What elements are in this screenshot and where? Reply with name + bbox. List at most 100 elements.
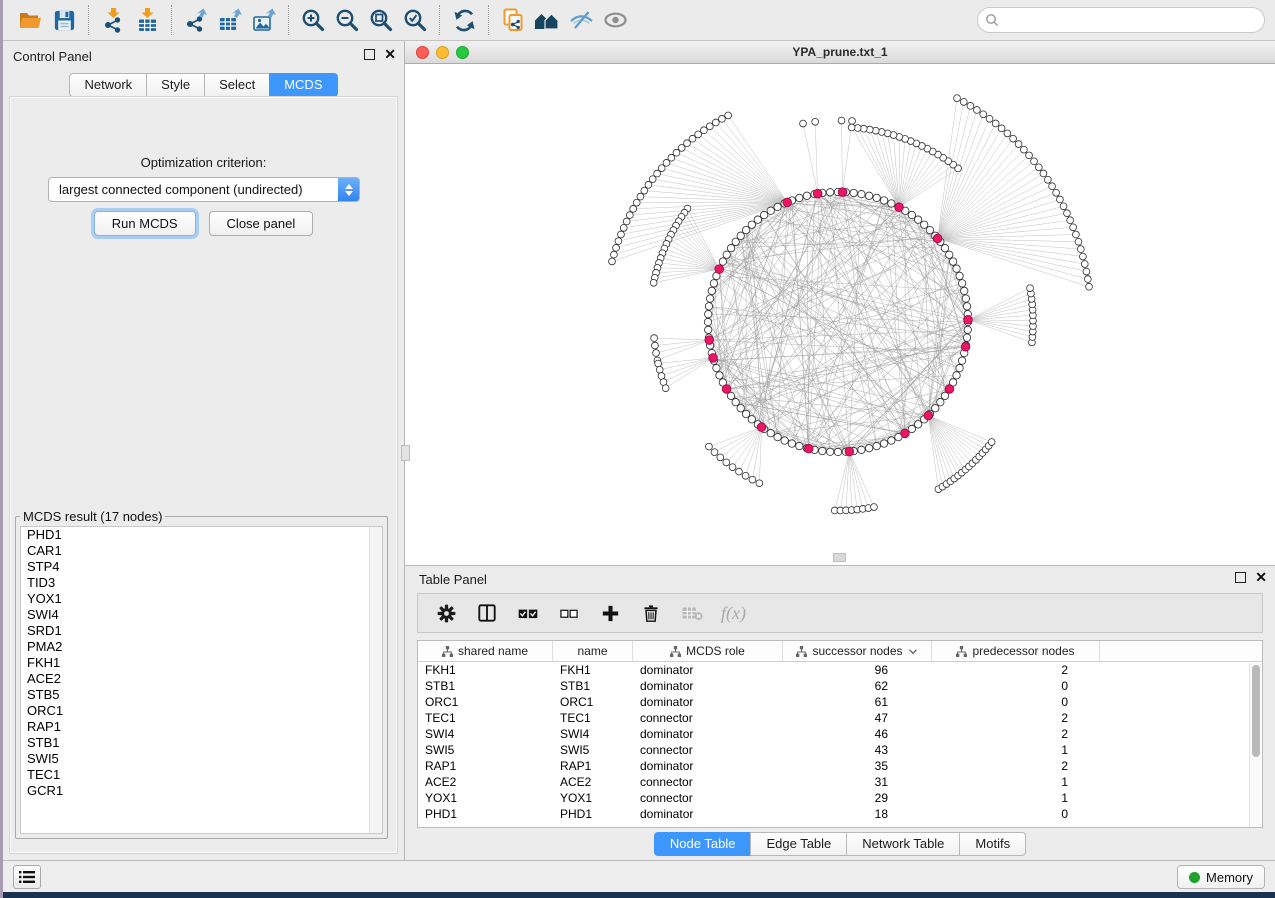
mcds-result-item[interactable]: RAP1 [21, 719, 382, 735]
mcds-result-item[interactable]: STP4 [21, 559, 382, 575]
graph-node[interactable] [908, 211, 915, 218]
graph-leaf-node[interactable] [712, 119, 719, 126]
zoom-in-button[interactable] [296, 4, 330, 36]
table-row[interactable]: SWI5 SWI5 connector 43 1 [418, 742, 1262, 758]
graph-leaf-node[interactable] [649, 176, 656, 183]
import-table-button[interactable] [130, 4, 164, 36]
graph-node[interactable] [732, 398, 739, 405]
graph-node[interactable] [742, 226, 749, 233]
graph-leaf-node[interactable] [611, 251, 618, 258]
graph-leaf-node[interactable] [1081, 261, 1088, 268]
graph-leaf-node[interactable] [717, 454, 724, 461]
graph-node[interactable] [956, 272, 963, 279]
graph-leaf-node[interactable] [812, 118, 819, 125]
close-panel-icon[interactable]: ✕ [1255, 572, 1267, 583]
graph-node[interactable] [880, 197, 887, 204]
graph-leaf-node[interactable] [849, 118, 856, 125]
horizontal-splitter-handle[interactable] [833, 553, 846, 562]
graph-node-mcds[interactable] [895, 203, 904, 212]
graph-node[interactable] [953, 265, 960, 272]
graph-node[interactable] [796, 442, 803, 449]
graph-node[interactable] [963, 303, 970, 310]
graph-node[interactable] [826, 189, 833, 196]
tab-edge-table[interactable]: Edge Table [750, 832, 847, 856]
graph-leaf-node[interactable] [998, 125, 1005, 132]
graph-node[interactable] [962, 295, 969, 302]
tab-network-table[interactable]: Network Table [846, 832, 960, 856]
graph-leaf-node[interactable] [613, 244, 620, 251]
graph-node[interactable] [961, 287, 968, 294]
graph-node[interactable] [914, 421, 921, 428]
graph-leaf-node[interactable] [626, 212, 633, 219]
graph-leaf-node[interactable] [618, 231, 625, 238]
graph-node[interactable] [803, 192, 810, 199]
graph-node[interactable] [932, 405, 939, 412]
graph-leaf-node[interactable] [656, 366, 663, 373]
graph-node[interactable] [716, 372, 723, 379]
toggle-columns-button[interactable] [475, 601, 499, 625]
close-panel-button[interactable]: Close panel [209, 211, 314, 236]
graph-leaf-node[interactable] [711, 449, 718, 456]
graph-leaf-node[interactable] [1084, 276, 1091, 283]
graph-node[interactable] [796, 194, 803, 201]
graph-leaf-node[interactable] [960, 98, 967, 105]
graph-leaf-node[interactable] [706, 443, 713, 450]
graph-node[interactable] [865, 192, 872, 199]
graph-leaf-node[interactable] [1077, 246, 1084, 253]
graph-node[interactable] [781, 437, 788, 444]
graph-leaf-node[interactable] [652, 342, 659, 349]
table-row[interactable]: FKH1 FKH1 dominator 96 2 [418, 662, 1262, 678]
graph-node[interactable] [958, 280, 965, 287]
mcds-result-item[interactable]: CAR1 [21, 543, 382, 559]
show-all-button[interactable] [598, 4, 632, 36]
graph-node[interactable] [732, 238, 739, 245]
mcds-result-item[interactable]: YOX1 [21, 591, 382, 607]
graph-node[interactable] [774, 433, 781, 440]
graph-node[interactable] [888, 437, 895, 444]
graph-node[interactable] [926, 226, 933, 233]
graph-node[interactable] [706, 295, 713, 302]
graph-leaf-node[interactable] [719, 115, 726, 122]
run-mcds-button[interactable]: Run MCDS [94, 211, 196, 236]
graph-leaf-node[interactable] [736, 468, 743, 475]
graph-leaf-node[interactable] [1075, 238, 1082, 245]
graph-node[interactable] [774, 203, 781, 210]
graph-node[interactable] [921, 221, 928, 228]
graph-leaf-node[interactable] [871, 504, 878, 511]
tab-network[interactable]: Network [69, 73, 147, 97]
graph-leaf-node[interactable] [1083, 268, 1090, 275]
graph-leaf-node[interactable] [986, 115, 993, 122]
graph-leaf-node[interactable] [1053, 189, 1060, 196]
minimize-window-icon[interactable] [436, 46, 449, 59]
table-row[interactable]: SWI4 SWI4 dominator 46 2 [418, 726, 1262, 742]
graph-node-mcds[interactable] [709, 354, 718, 363]
mcds-result-item[interactable]: STB1 [21, 735, 382, 751]
graph-node[interactable] [873, 442, 880, 449]
graph-leaf-node[interactable] [1067, 217, 1074, 224]
graph-node-mcds[interactable] [924, 411, 933, 420]
graph-leaf-node[interactable] [967, 102, 974, 109]
mcds-result-item[interactable]: TEC1 [21, 767, 382, 783]
graph-leaf-node[interactable] [620, 225, 627, 232]
table-row[interactable]: RAP1 RAP1 dominator 35 2 [418, 758, 1262, 774]
add-column-button[interactable] [598, 601, 622, 625]
close-window-icon[interactable] [416, 46, 429, 59]
float-window-icon[interactable] [1235, 572, 1246, 583]
graph-leaf-node[interactable] [641, 187, 648, 194]
graph-leaf-node[interactable] [1040, 170, 1047, 177]
column-header-shared-name[interactable]: shared name [418, 641, 553, 661]
graph-leaf-node[interactable] [655, 360, 662, 367]
graph-leaf-node[interactable] [650, 279, 657, 286]
graph-node[interactable] [737, 232, 744, 239]
graph-leaf-node[interactable] [800, 120, 807, 127]
column-header-mcds-role[interactable]: MCDS role [633, 641, 783, 661]
tab-mcds[interactable]: MCDS [269, 73, 337, 97]
graph-node[interactable] [858, 190, 865, 197]
graph-leaf-node[interactable] [749, 476, 756, 483]
graph-node[interactable] [963, 334, 970, 341]
first-neighbors-button[interactable] [530, 4, 564, 36]
graph-node-mcds[interactable] [757, 423, 766, 432]
hide-selected-button[interactable] [564, 4, 598, 36]
graph-leaf-node[interactable] [1031, 158, 1038, 165]
table-scrollbar[interactable] [1249, 663, 1262, 827]
